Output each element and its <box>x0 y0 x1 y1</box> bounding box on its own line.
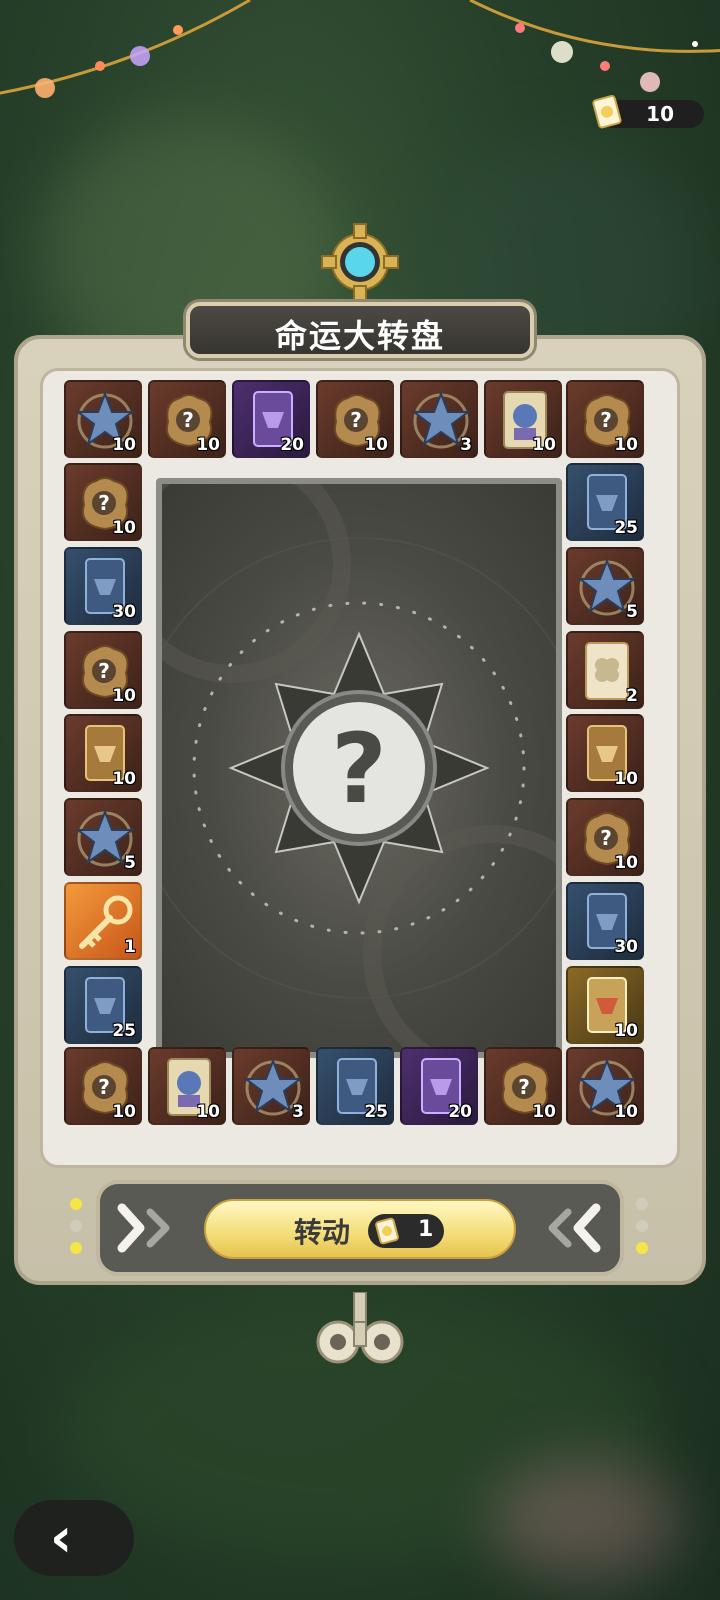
prize-tile: 2 <box>566 631 644 709</box>
prize-quantity: 5 <box>626 602 638 622</box>
prize-quantity: 20 <box>448 1102 472 1122</box>
prize-tile: 10 <box>64 714 142 792</box>
spin-cost: 1 <box>368 1214 444 1248</box>
prize-quantity: 10 <box>614 435 638 455</box>
prize-tile: 10 <box>148 1047 226 1125</box>
ticket-icon <box>375 1217 399 1245</box>
prize-quantity: 10 <box>532 1102 556 1122</box>
prize-quantity: 10 <box>614 1021 638 1041</box>
prize-quantity: 10 <box>112 686 136 706</box>
prize-tile: 10 <box>566 714 644 792</box>
prize-tile: 3 <box>400 380 478 458</box>
page-title: 命运大转盘 <box>274 317 445 355</box>
prize-quantity: 3 <box>460 435 472 455</box>
indicator-dot <box>636 1220 648 1232</box>
svg-text:?: ? <box>518 1075 530 1099</box>
prize-quantity: 3 <box>292 1102 304 1122</box>
prize-quantity: 10 <box>112 435 136 455</box>
svg-text:?: ? <box>182 408 194 432</box>
prize-tile: 25 <box>64 966 142 1044</box>
indicator-dot <box>636 1242 648 1254</box>
svg-text:?: ? <box>98 1075 110 1099</box>
ticket-count: 10 <box>646 102 674 126</box>
wheel-center: ? <box>156 478 562 1058</box>
spin-cost-value: 1 <box>418 1217 434 1242</box>
spin-label: 转动 <box>294 1216 351 1249</box>
prize-quantity: 25 <box>614 518 638 538</box>
prize-quantity: 10 <box>614 769 638 789</box>
prize-tile: 30 <box>566 882 644 960</box>
back-button[interactable]: ‹ <box>14 1500 134 1576</box>
back-arrow-icon: ‹ <box>50 1506 73 1569</box>
prize-quantity: 10 <box>112 1102 136 1122</box>
prize-quantity: 10 <box>112 518 136 538</box>
prize-tile: ? 10 <box>566 380 644 458</box>
prize-tile: 1 <box>64 882 142 960</box>
prize-tile: ? 10 <box>316 380 394 458</box>
prize-quantity: 1 <box>124 937 136 957</box>
svg-text:?: ? <box>600 408 612 432</box>
prize-tile: 5 <box>566 547 644 625</box>
prize-tile: 25 <box>316 1047 394 1125</box>
chevron-right-icon <box>117 1203 170 1253</box>
mystery-gear-icon: ? <box>162 484 556 1052</box>
prize-tile: 20 <box>232 380 310 458</box>
prize-tile: ? 10 <box>64 1047 142 1125</box>
prize-tile: ? 10 <box>64 631 142 709</box>
prize-quantity: 10 <box>364 435 388 455</box>
prize-tile: 25 <box>566 463 644 541</box>
prize-quantity: 30 <box>614 937 638 957</box>
indicator-dot <box>70 1242 82 1254</box>
svg-text:?: ? <box>98 491 110 515</box>
indicator-dot <box>636 1198 648 1210</box>
prize-quantity: 2 <box>626 686 638 706</box>
prize-tile: 10 <box>566 1047 644 1125</box>
chevron-left-icon <box>548 1203 601 1253</box>
svg-text:?: ? <box>350 408 362 432</box>
prize-quantity: 25 <box>364 1102 388 1122</box>
spin-button[interactable]: 转动 1 <box>204 1199 516 1259</box>
prize-quantity: 10 <box>112 769 136 789</box>
prize-quantity: 10 <box>614 853 638 873</box>
prize-quantity: 25 <box>112 1021 136 1041</box>
svg-text:?: ? <box>98 659 110 683</box>
prize-tile: 20 <box>400 1047 478 1125</box>
prize-tile: ? 10 <box>64 463 142 541</box>
indicator-dot <box>70 1220 82 1232</box>
prize-quantity: 10 <box>196 435 220 455</box>
prize-tile: ? 10 <box>484 1047 562 1125</box>
indicator-dot <box>70 1198 82 1210</box>
prize-tile: 10 <box>484 380 562 458</box>
prize-quantity: 5 <box>124 853 136 873</box>
prize-tile: 10 <box>566 966 644 1044</box>
ticket-counter: 10 <box>592 95 704 129</box>
windup-key-icon <box>316 1292 404 1364</box>
prize-tile: 10 <box>64 380 142 458</box>
ticket-icon <box>592 95 622 129</box>
svg-text:?: ? <box>600 826 612 850</box>
prize-tile: ? 10 <box>566 798 644 876</box>
gear-gem-icon <box>321 223 399 301</box>
mystery-symbol: ? <box>331 713 387 825</box>
prize-quantity: 10 <box>614 1102 638 1122</box>
prize-tile: 3 <box>232 1047 310 1125</box>
title-plate: 命运大转盘 <box>186 302 534 358</box>
prize-tile: 30 <box>64 547 142 625</box>
prize-quantity: 30 <box>112 602 136 622</box>
prize-tile: ? 10 <box>148 380 226 458</box>
background-blur <box>490 1460 680 1580</box>
prize-quantity: 10 <box>196 1102 220 1122</box>
prize-quantity: 10 <box>532 435 556 455</box>
prize-tile: 5 <box>64 798 142 876</box>
prize-quantity: 20 <box>280 435 304 455</box>
